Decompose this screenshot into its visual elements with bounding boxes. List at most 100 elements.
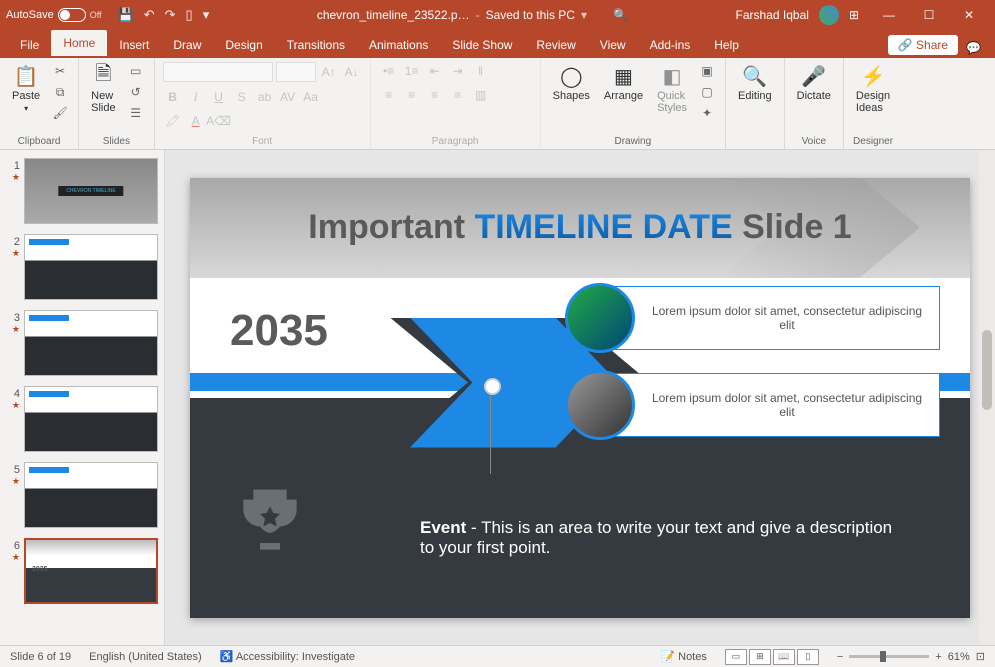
new-slide-button[interactable]: 🗎 New Slide [87,62,119,116]
slide-canvas[interactable]: Important TIMELINE DATE Slide 1 2035 Lor… [165,150,995,645]
dictate-button[interactable]: 🎤Dictate [793,62,835,104]
shape-effects-icon[interactable]: ✦ [697,104,717,122]
callout-2[interactable]: Lorem ipsum dolor sit amet, consectetur … [600,373,940,437]
tab-help[interactable]: Help [702,32,751,58]
tab-review[interactable]: Review [524,32,587,58]
maximize-button[interactable]: ☐ [909,0,949,30]
bullets-icon[interactable]: •≡ [379,62,399,80]
tab-addins[interactable]: Add-ins [638,32,703,58]
trophy-icon[interactable] [230,478,310,568]
shape-fill-icon[interactable]: ▣ [697,62,717,80]
fit-window-icon[interactable]: ⊡ [976,650,985,663]
minimize-button[interactable]: — [869,0,909,30]
autosave-toggle[interactable]: AutoSave Off [6,8,102,22]
vertical-scrollbar[interactable] [979,150,995,645]
event-description[interactable]: Event - This is an area to write your te… [420,518,900,558]
arrange-button[interactable]: ▦Arrange [600,62,647,104]
shape-outline-icon[interactable]: ▢ [697,83,717,101]
spacing-icon[interactable]: AV [278,88,298,106]
normal-view-icon[interactable]: ▭ [725,649,747,665]
undo-icon[interactable]: ↶ [144,7,155,23]
search-icon[interactable]: 🔍 [613,8,628,22]
columns-icon[interactable]: ▥ [471,86,491,104]
slideshow-icon[interactable]: ▯ [186,7,193,23]
slideshow-view-icon[interactable]: ▯ [797,649,819,665]
align-left-icon[interactable]: ≡ [379,86,399,104]
zoom-level[interactable]: 61% [948,651,970,663]
user-name[interactable]: Farshad Iqbal [736,8,809,22]
paste-button[interactable]: 📋 Paste ▾ [8,62,44,115]
thumbnail-slide-1[interactable]: 1★ [0,156,164,232]
share-button[interactable]: 🔗 Share [888,35,958,55]
tab-file[interactable]: File [8,32,51,58]
animation-star-icon: ★ [6,172,20,183]
align-right-icon[interactable]: ≡ [425,86,445,104]
cut-icon[interactable]: ✂ [50,62,70,80]
slide-year[interactable]: 2035 [230,306,328,356]
designer-group-label: Designer [852,136,894,147]
quick-styles-button[interactable]: ◧Quick Styles [653,62,691,116]
language-status[interactable]: English (United States) [89,651,202,663]
tab-home[interactable]: Home [51,30,107,58]
ribbon-display-icon[interactable]: ⊞ [849,8,859,22]
italic-icon[interactable]: I [186,88,206,106]
line-spacing-icon[interactable]: ‖ [471,62,491,80]
animation-star-icon: ★ [6,248,20,259]
thumbnail-slide-5[interactable]: 5★ [0,460,164,536]
sorter-view-icon[interactable]: ⊞ [749,649,771,665]
indent-inc-icon[interactable]: ⇥ [448,62,468,80]
bold-icon[interactable]: B [163,88,183,106]
qat-dropdown-icon[interactable]: ▾ [203,7,210,23]
zoom-out-button[interactable]: − [837,651,843,663]
slide-counter[interactable]: Slide 6 of 19 [10,651,71,663]
thumbnail-slide-4[interactable]: 4★ [0,384,164,460]
thumbnail-slide-2[interactable]: 2★ [0,232,164,308]
tab-view[interactable]: View [588,32,638,58]
highlight-icon[interactable]: 🖍 [163,112,183,130]
copy-icon[interactable]: ⧉ [50,83,70,101]
tab-transitions[interactable]: Transitions [275,32,357,58]
layout-icon[interactable]: ▭ [126,62,146,80]
thumbnail-slide-3[interactable]: 3★ [0,308,164,384]
tab-slideshow[interactable]: Slide Show [440,32,524,58]
user-avatar-icon[interactable] [819,5,839,25]
indent-dec-icon[interactable]: ⇤ [425,62,445,80]
zoom-slider[interactable] [849,655,929,658]
section-icon[interactable]: ☰ [126,104,146,122]
editing-button[interactable]: 🔍Editing [734,62,776,104]
save-icon[interactable]: 💾 [118,7,134,23]
callout-image-1[interactable] [565,283,635,353]
font-color-icon[interactable]: A [186,112,206,130]
callout-image-2[interactable] [565,370,635,440]
tab-draw[interactable]: Draw [161,32,213,58]
shapes-button[interactable]: ◯Shapes [549,62,594,104]
justify-icon[interactable]: ≡ [448,86,468,104]
tab-animations[interactable]: Animations [357,32,440,58]
case-icon[interactable]: Aa [301,88,321,106]
format-painter-icon[interactable]: 🖌 [50,104,70,122]
underline-icon[interactable]: U [209,88,229,106]
zoom-in-button[interactable]: + [935,651,941,663]
align-center-icon[interactable]: ≡ [402,86,422,104]
thumbnail-slide-6[interactable]: 6★ [0,536,164,612]
comments-button[interactable]: 💬 [966,41,981,55]
strike-icon[interactable]: S [232,88,252,106]
clear-format-icon[interactable]: A⌫ [209,112,229,130]
shadow-icon[interactable]: ab [255,88,275,106]
slide-title[interactable]: Important TIMELINE DATE Slide 1 [308,208,851,247]
accessibility-status[interactable]: ♿ Accessibility: Investigate [220,650,355,663]
numbering-icon[interactable]: 1≡ [402,62,422,80]
connector-line[interactable] [490,384,491,474]
tab-insert[interactable]: Insert [107,32,161,58]
close-button[interactable]: ✕ [949,0,989,30]
notes-button[interactable]: 📝 Notes [661,650,707,663]
reset-icon[interactable]: ↺ [126,83,146,101]
callout-1[interactable]: Lorem ipsum dolor sit amet, consectetur … [600,286,940,350]
redo-icon[interactable]: ↷ [165,7,176,23]
design-ideas-button[interactable]: ⚡Design Ideas [852,62,894,116]
reading-view-icon[interactable]: 📖 [773,649,795,665]
increase-font-icon[interactable]: A↑ [319,63,339,81]
tab-design[interactable]: Design [213,32,274,58]
decrease-font-icon[interactable]: A↓ [342,63,362,81]
slide-content[interactable]: Important TIMELINE DATE Slide 1 2035 Lor… [190,178,970,618]
